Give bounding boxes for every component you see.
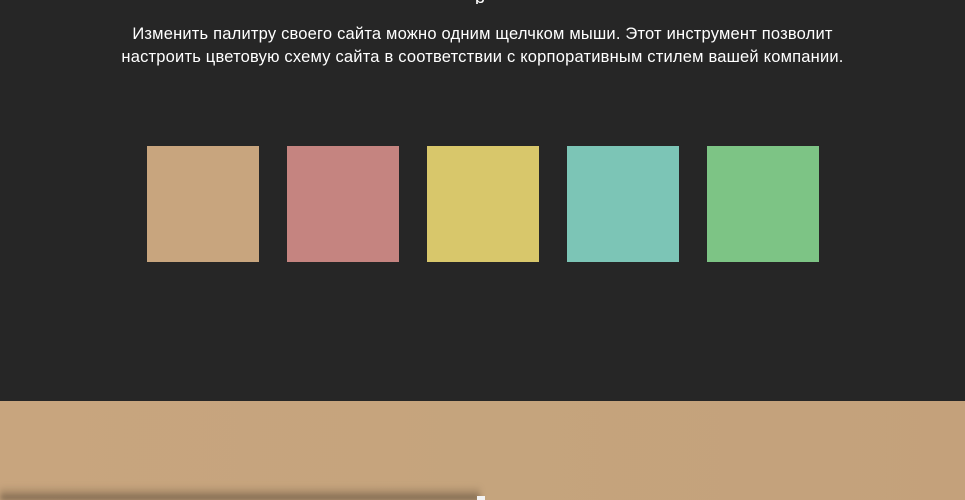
page: р Изменить палитру своего сайта можно од… [0,0,965,500]
color-preview-band [0,401,965,500]
swatch-teal[interactable] [567,146,679,262]
band-shadow [0,486,480,500]
palette-description: Изменить палитру своего сайта можно одни… [0,23,965,67]
page-title: р [475,0,495,4]
swatch-yellow[interactable] [427,146,539,262]
swatch-beige[interactable] [147,146,259,262]
swatch-green[interactable] [707,146,819,262]
description-line-1: Изменить палитру своего сайта можно одни… [132,25,833,43]
description-line-2: настроить цветовую схему сайта в соответ… [121,48,844,66]
band-marker [477,496,485,500]
color-swatches [147,146,819,262]
swatch-rose[interactable] [287,146,399,262]
